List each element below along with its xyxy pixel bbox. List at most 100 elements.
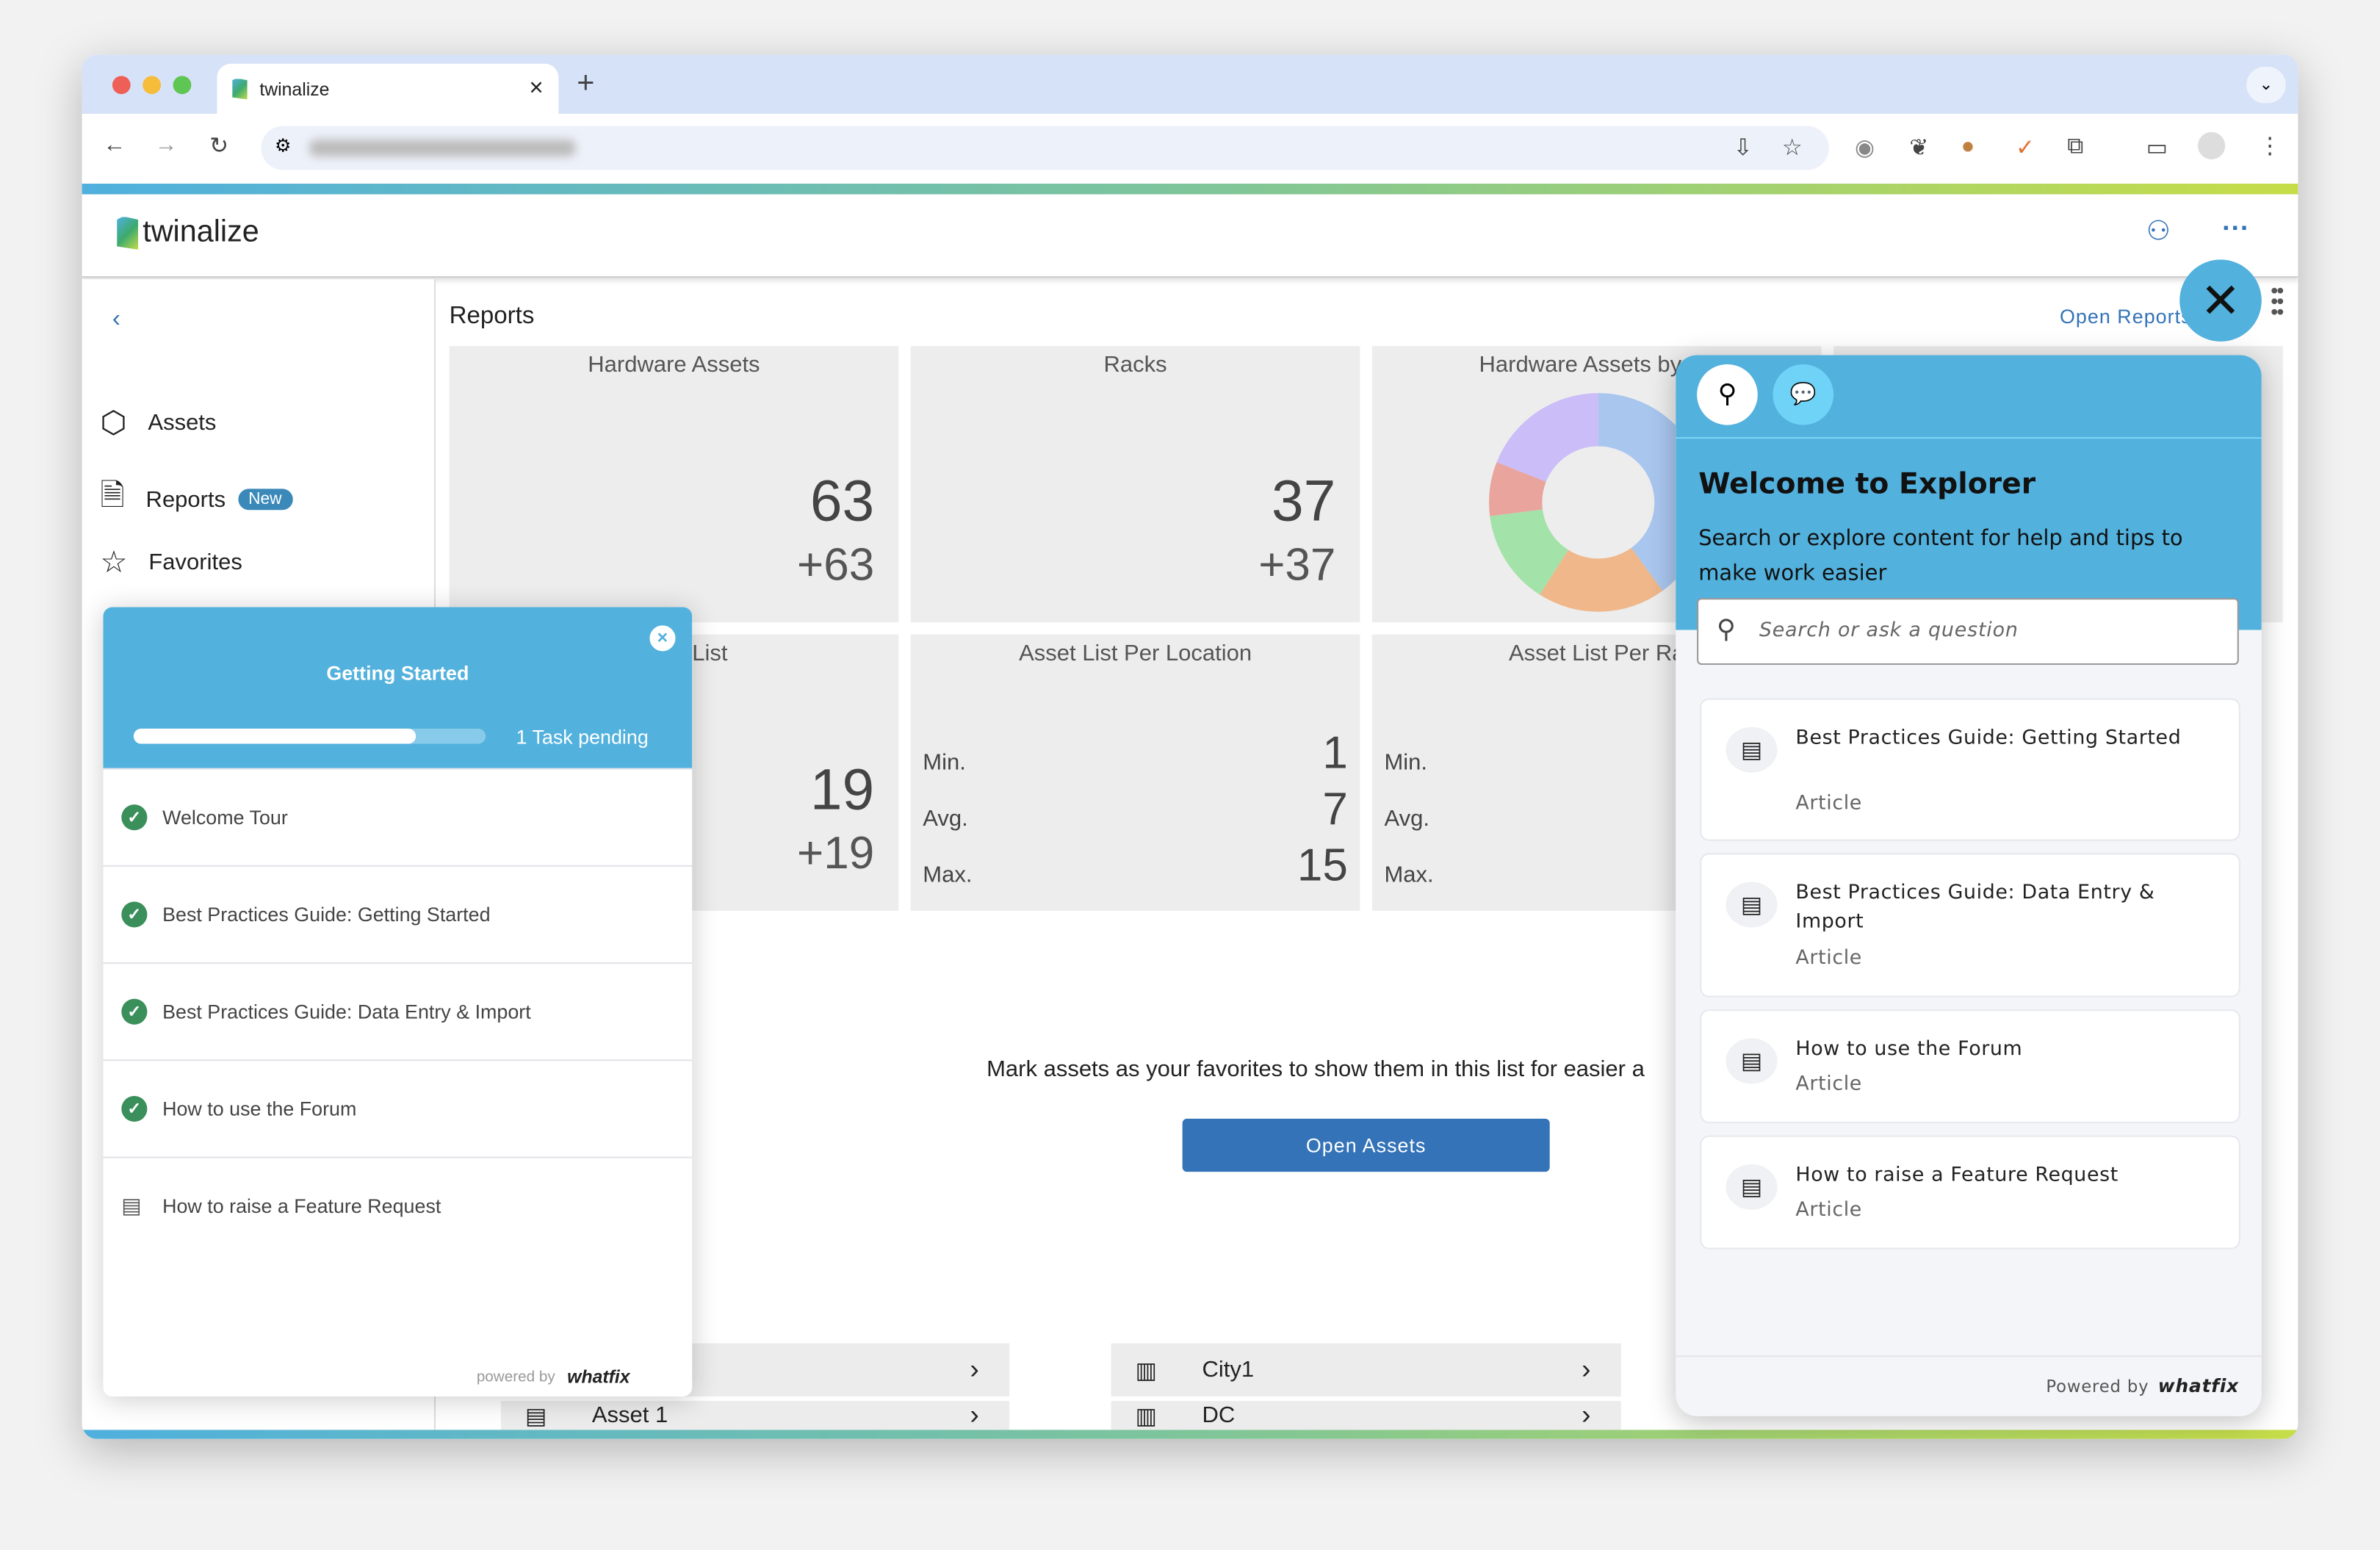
minimize-window-button[interactable] <box>143 76 162 95</box>
report-icon: 🗎 <box>100 479 125 513</box>
back-icon[interactable]: ← <box>104 132 126 158</box>
article-card[interactable]: ▤ Best Practices Guide: Data Entry & Impo… <box>1700 853 2240 998</box>
report-card-hardware-assets[interactable]: Hardware Assets 63 +63 <box>449 346 899 623</box>
avg-value: 7 <box>1322 785 1348 835</box>
install-icon[interactable]: ⇩ <box>1734 134 1753 161</box>
article-icon: ▤ <box>121 1193 142 1218</box>
camera-extension-icon[interactable]: ◉ <box>1855 134 1875 161</box>
explorer-title: Welcome to Explorer <box>1698 467 2036 501</box>
list-item[interactable]: ▥ City1 › <box>1111 1343 1621 1396</box>
tab-close-button[interactable]: × <box>529 75 543 102</box>
task-item[interactable]: ✓ Welcome Tour <box>103 768 693 865</box>
card-title: Racks <box>1103 352 1167 378</box>
browser-menu-icon[interactable]: ⋮ <box>2259 132 2282 159</box>
app-header: twinalize ⚇ ··· <box>82 194 2298 278</box>
feedback-message-icon: 💬 <box>1789 382 1817 407</box>
page-title: Reports <box>449 303 535 330</box>
app-logo[interactable]: twinalize <box>117 215 259 250</box>
article-card[interactable]: ▤ How to raise a Feature Request Article <box>1700 1135 2240 1250</box>
article-icon: ▤ <box>1726 1164 1778 1210</box>
list-item[interactable]: ▤ Asset 1 › <box>500 1401 1010 1430</box>
article-type: Article <box>1795 947 1862 970</box>
list-item-label: City1 <box>1202 1357 1255 1383</box>
sidebar-item-label: Favorites <box>148 549 242 576</box>
maximize-window-button[interactable] <box>173 76 192 95</box>
open-reports-link[interactable]: Open Reports <box>2060 305 2192 328</box>
sidebar-item-label: Reports <box>145 486 226 513</box>
explorer-search-input[interactable]: ⚲ Search or ask a question <box>1697 598 2239 666</box>
explorer-panel: ⚲ 💬 Welcome to Explorer Search or explor… <box>1676 355 2262 1416</box>
search-tab-button[interactable]: ⚲ <box>1697 364 1758 425</box>
task-item[interactable]: ✓ Best Practices Guide: Getting Started <box>103 865 693 962</box>
bookmark-star-icon[interactable]: ☆ <box>1782 134 1803 161</box>
sidebar-item-reports[interactable]: 🗎 Reports New <box>100 474 293 525</box>
article-title: Best Practices Guide: Getting Started <box>1795 727 2182 750</box>
close-window-button[interactable] <box>112 76 131 95</box>
task-label: Best Practices Guide: Getting Started <box>162 903 491 926</box>
browser-toolbar: ← → ↻ ⚙ ⇩ ☆ ◉ ❦ ● ✓ ⧉ ▭ ⋮ <box>82 113 2298 184</box>
tab-title: twinalize <box>259 78 330 100</box>
drag-handle-grip-icon[interactable]: •• •• •• <box>2271 279 2284 322</box>
getting-started-header: Getting Started × 1 Task pending <box>103 607 693 768</box>
max-value: 15 <box>1297 840 1348 891</box>
card-value: 63 <box>809 470 875 535</box>
more-options-icon[interactable]: ··· <box>2222 212 2249 244</box>
report-card-racks[interactable]: Racks 37 +37 <box>910 346 1360 623</box>
building-icon: ▥ <box>1135 1403 1157 1430</box>
sidebar-item-favorites[interactable]: ☆ Favorites <box>100 544 242 582</box>
article-icon: ▤ <box>1726 882 1778 928</box>
task-item[interactable]: ▤ How to raise a Feature Request <box>103 1156 693 1254</box>
article-card[interactable]: ▤ Best Practices Guide: Getting Started Ar… <box>1700 698 2240 841</box>
logo-mark-icon <box>117 216 139 250</box>
whatfix-extension-icon[interactable]: ✓ <box>2016 134 2035 161</box>
powered-by: powered by whatfix <box>477 1366 630 1388</box>
extensions-puzzle-icon[interactable]: ⧉ <box>2067 134 2083 159</box>
open-assets-button[interactable]: Open Assets <box>1182 1118 1550 1172</box>
task-label: How to use the Forum <box>162 1097 357 1120</box>
whatfix-logo: whatfix <box>567 1366 630 1388</box>
min-value: 1 <box>1322 728 1348 779</box>
progress-bar <box>133 728 486 744</box>
close-icon[interactable]: × <box>649 625 676 652</box>
extension-icon[interactable]: ❦ <box>1909 134 1928 161</box>
search-icon: ⚲ <box>1717 379 1737 410</box>
task-item[interactable]: ✓ How to use the Forum <box>103 1059 693 1156</box>
min-label: Min. <box>1384 749 1428 776</box>
cast-icon[interactable]: ▭ <box>2146 134 2168 161</box>
chevron-right-icon: › <box>970 1401 979 1430</box>
list-item[interactable]: ▥ DC › <box>1111 1401 1621 1430</box>
browser-tab[interactable]: twinalize × <box>217 63 559 114</box>
task-item[interactable]: ✓ Best Practices Guide: Data Entry & Impo… <box>103 962 693 1059</box>
max-label: Max. <box>1384 862 1434 888</box>
tab-bar: twinalize × + ⌄ <box>82 54 2298 114</box>
card-title: Hardware Assets <box>588 352 760 378</box>
tab-search-chevron-icon[interactable]: ⌄ <box>2246 66 2286 104</box>
cookie-extension-icon[interactable]: ● <box>1961 134 1975 159</box>
reload-icon[interactable]: ↻ <box>209 132 228 159</box>
profile-avatar[interactable] <box>2198 131 2226 159</box>
panel-title: Getting Started <box>326 661 469 685</box>
article-card[interactable]: ▤ How to use the Forum Article <box>1700 1009 2240 1124</box>
article-type: Article <box>1795 1199 1862 1222</box>
forward-icon[interactable]: → <box>155 132 178 158</box>
sidebar-item-label: Assets <box>148 409 217 436</box>
report-card-asset-list-per-location[interactable]: Asset List Per Location Min. 1 Avg. 7 Max.… <box>910 634 1360 911</box>
chevron-right-icon: › <box>970 1354 979 1385</box>
feedback-tab-button[interactable]: 💬 <box>1773 364 1834 425</box>
article-icon: ▤ <box>1726 727 1778 773</box>
address-bar[interactable]: ⚙ ⇩ ☆ <box>261 126 1829 170</box>
new-tab-button[interactable]: + <box>577 67 594 102</box>
sidebar-item-assets[interactable]: ⬡ Assets <box>100 404 216 442</box>
chevron-right-icon: › <box>1582 1354 1591 1385</box>
list-item-label: Asset 1 <box>591 1402 668 1429</box>
list-item-label: DC <box>1202 1402 1236 1429</box>
city-building-icon: ▥ <box>1135 1358 1157 1384</box>
site-settings-icon[interactable]: ⚙ <box>275 135 291 156</box>
article-type: Article <box>1795 792 1862 815</box>
close-explorer-button[interactable]: ✕ <box>2179 259 2262 342</box>
collapse-sidebar-chevron-icon[interactable]: ‹ <box>112 306 120 334</box>
user-icon[interactable]: ⚇ <box>2146 215 2171 247</box>
check-circle-icon: ✓ <box>121 1095 148 1122</box>
task-label: Welcome Tour <box>162 806 288 829</box>
powered-by-label: Powered by <box>2046 1376 2149 1396</box>
